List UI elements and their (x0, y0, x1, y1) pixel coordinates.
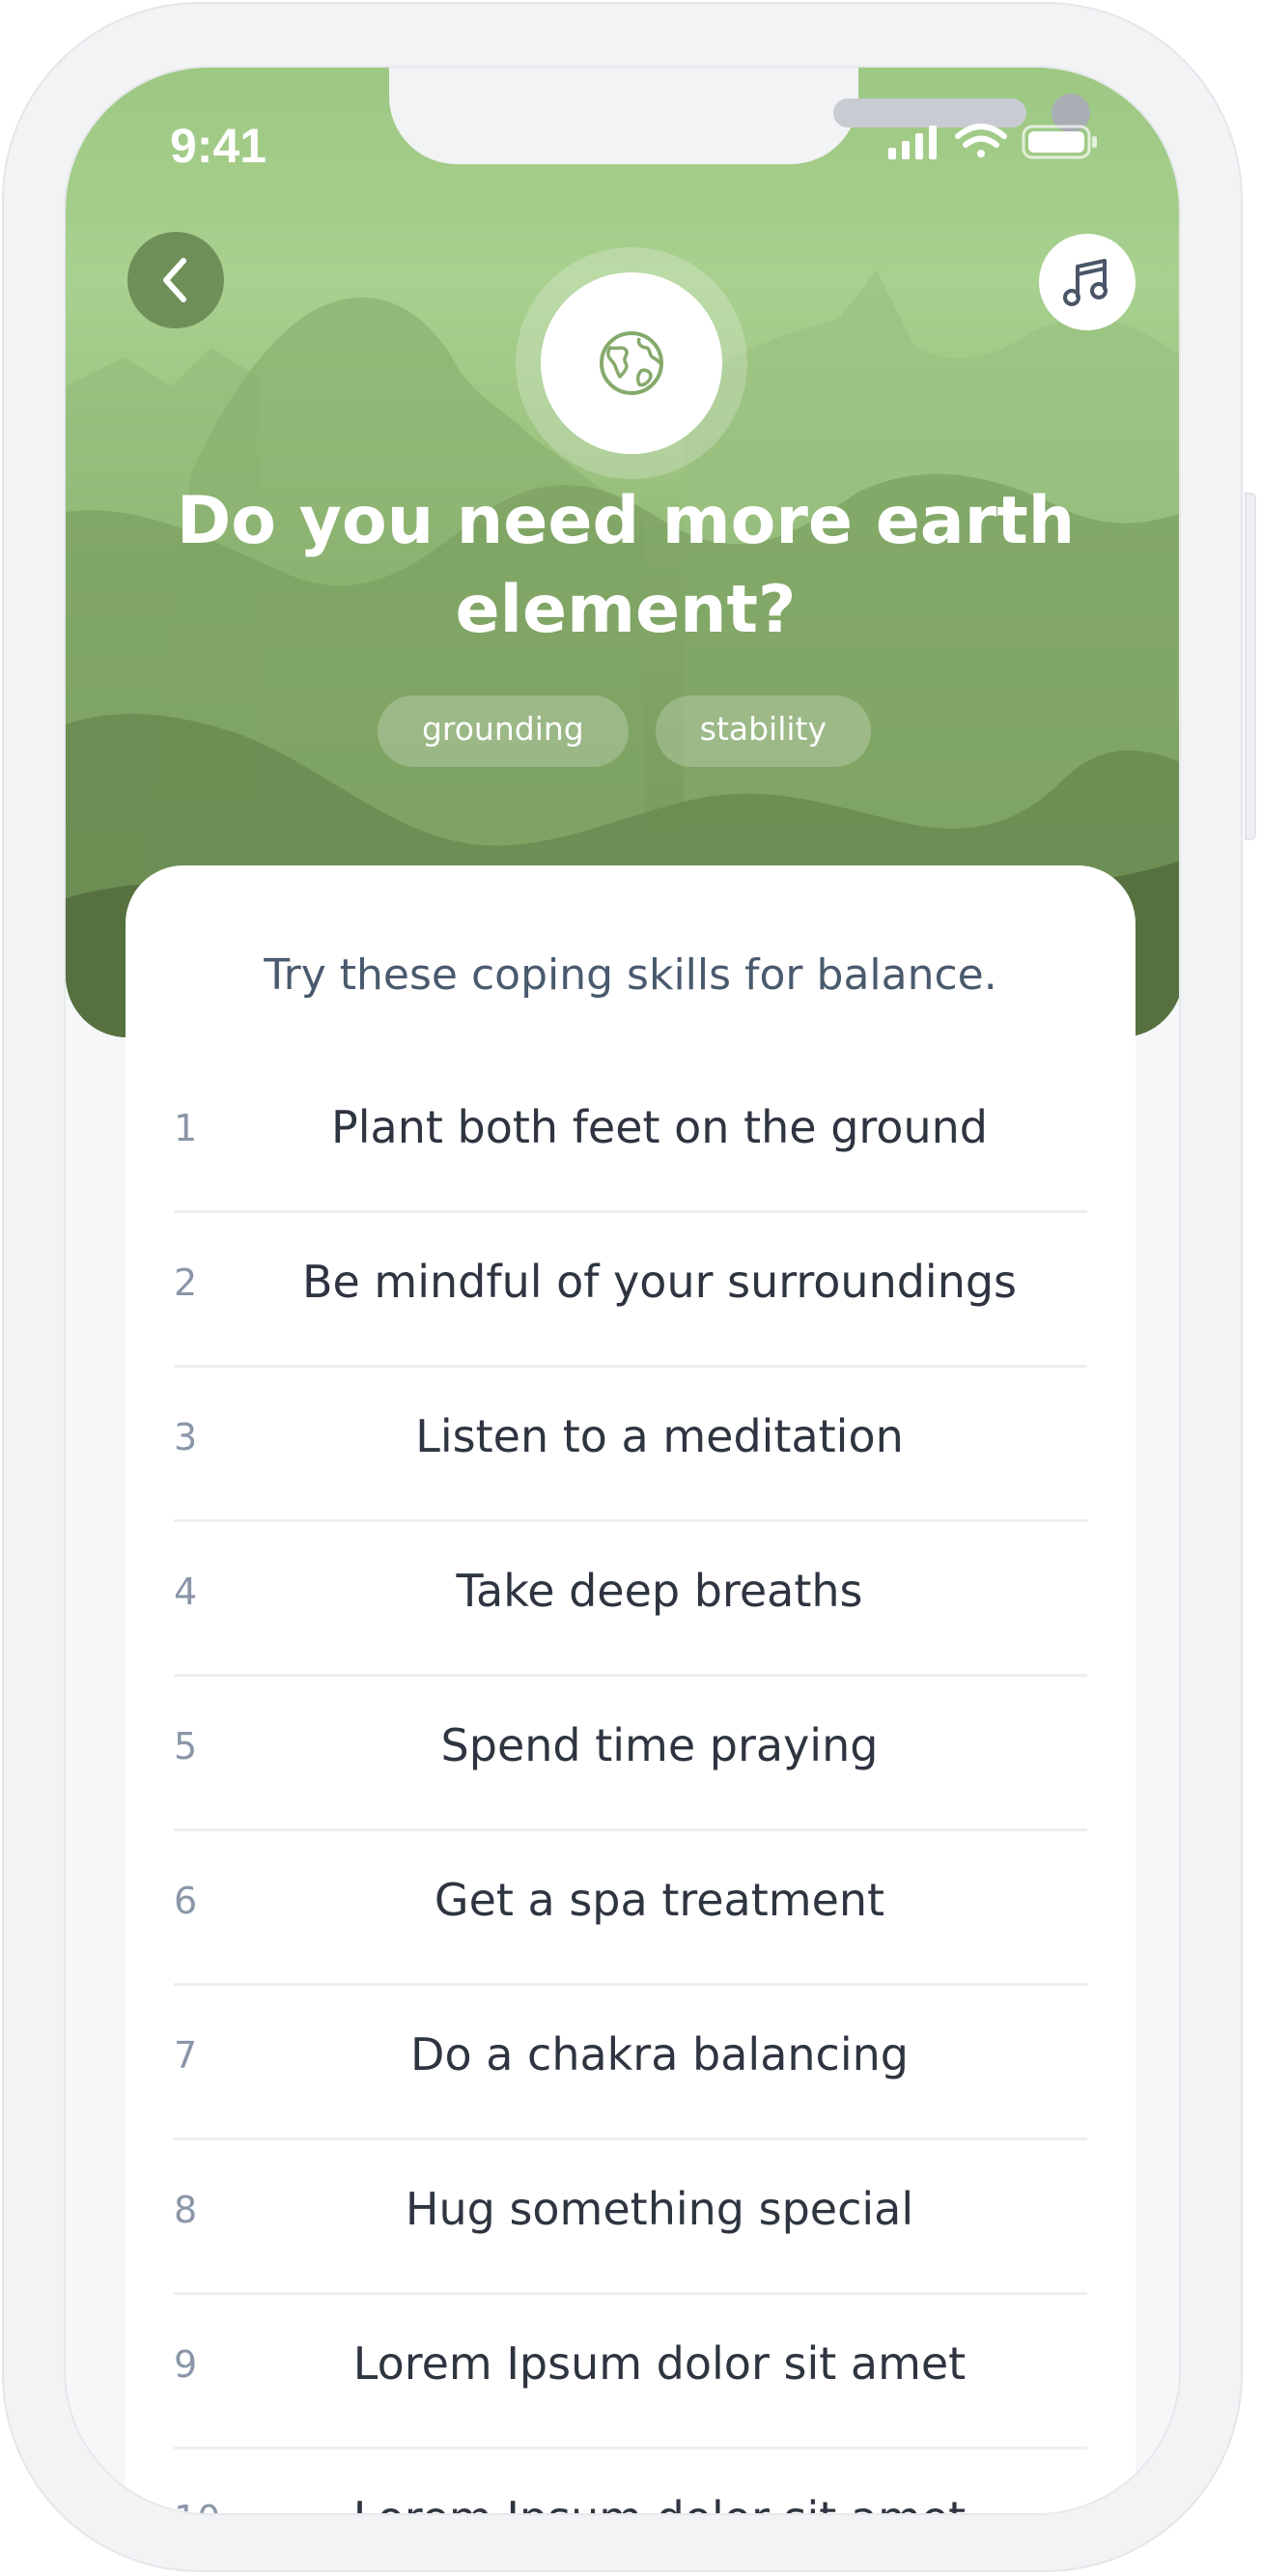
item-number: 3 (174, 1416, 198, 1458)
item-text: Lorem Ipsum dolor sit amet (352, 2337, 967, 2390)
tag-list: grounding stability (66, 695, 1179, 767)
list-item[interactable]: 1 Plant both feet on the ground (174, 1059, 1087, 1213)
item-number: 8 (174, 2189, 198, 2231)
signal-icon (888, 126, 937, 159)
tag-stability: stability (655, 695, 872, 767)
item-text: Listen to a meditation (415, 1410, 904, 1462)
phone-side-button (1245, 493, 1256, 840)
item-text: Get a spa treatment (434, 1874, 885, 1926)
list-item[interactable]: 3 Listen to a meditation (174, 1368, 1087, 1522)
battery-icon (1022, 125, 1097, 159)
tag-grounding: grounding (377, 695, 629, 767)
list-item[interactable]: 2 Be mindful of your surroundings (174, 1213, 1087, 1368)
list-item[interactable]: 8 Hug something special (174, 2140, 1087, 2295)
item-number: 10 (174, 2498, 220, 2513)
back-button[interactable] (127, 232, 224, 328)
list-item[interactable]: 10 Lorem Ipsum dolor sit amet (174, 2449, 1087, 2513)
device-notch (389, 68, 1090, 164)
item-number: 1 (174, 1107, 198, 1149)
item-number: 9 (174, 2343, 198, 2386)
list-item[interactable]: 6 Get a spa treatment (174, 1831, 1087, 1986)
list-item[interactable]: 5 Spend time praying (174, 1677, 1087, 1831)
status-time: 9:41 (170, 119, 267, 173)
globe-icon (600, 331, 663, 395)
item-text: Take deep breaths (456, 1565, 863, 1617)
music-button[interactable] (1039, 234, 1136, 330)
chevron-left-icon (163, 258, 186, 302)
music-note-icon (1063, 259, 1108, 306)
status-icons (888, 123, 1120, 165)
coping-skills-list: 1 Plant both feet on the ground 2 Be mindf… (174, 1059, 1087, 2513)
page-title: Do you need more earth element? (176, 483, 1076, 648)
card-subtitle: Try these coping skills for balance. (264, 950, 997, 1000)
item-number: 2 (174, 1261, 198, 1304)
item-text: Spend time praying (440, 1719, 879, 1771)
item-number: 7 (174, 2034, 198, 2077)
item-text: Lorem Ipsum dolor sit amet (232, 2492, 1087, 2513)
element-badge (541, 272, 722, 454)
item-text: Hug something special (405, 2183, 914, 2235)
phone-screen: 9:41 Do you need more earth element? gro… (64, 66, 1181, 2515)
item-number: 6 (174, 1880, 198, 1922)
list-item[interactable]: 7 Do a chakra balancing (174, 1986, 1087, 2140)
item-number: 4 (174, 1571, 198, 1613)
item-text: Plant both feet on the ground (331, 1101, 988, 1153)
item-number: 5 (174, 1725, 198, 1768)
wifi-icon (955, 124, 1007, 157)
list-item[interactable]: 9 Lorem Ipsum dolor sit amet (174, 2295, 1087, 2449)
coping-skills-card: Try these coping skills for balance. 1 Pl… (126, 865, 1136, 2513)
item-text: Do a chakra balancing (410, 2028, 909, 2081)
item-text: Be mindful of your surroundings (301, 1256, 1018, 1308)
list-item[interactable]: 4 Take deep breaths (174, 1522, 1087, 1677)
